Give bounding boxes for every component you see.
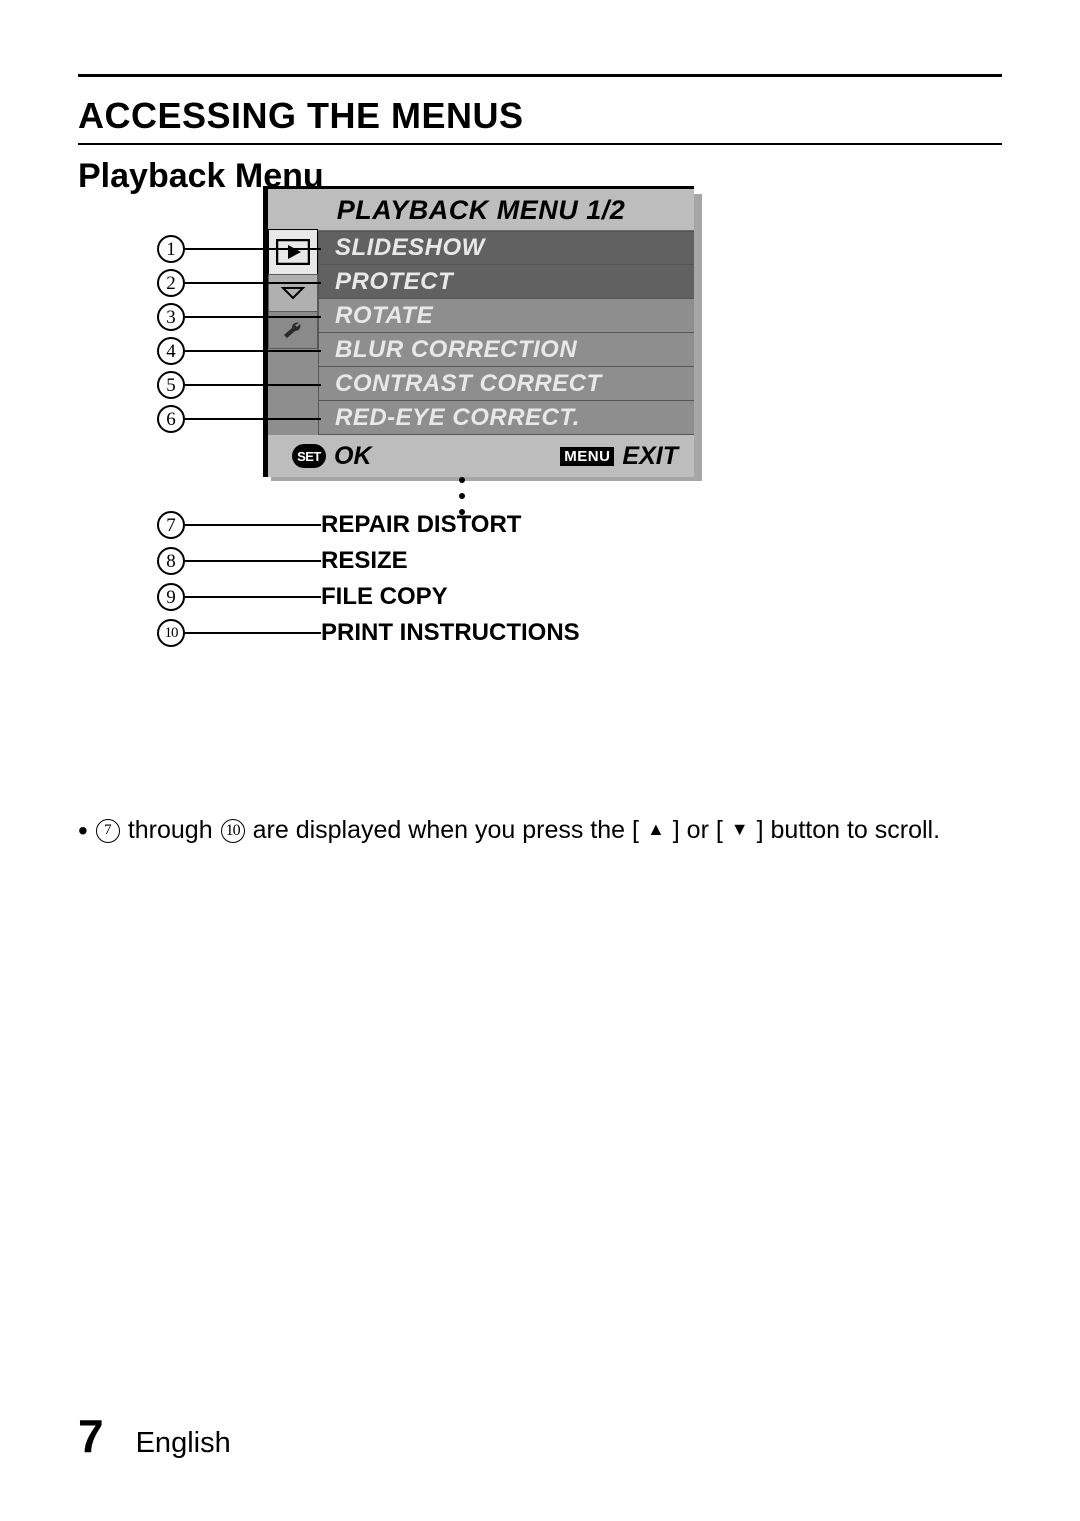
- down-triangle-icon: ▼: [731, 819, 749, 840]
- callout-9: 9: [157, 583, 185, 611]
- menu-item-label: ROTATE: [335, 302, 433, 330]
- up-triangle-icon: ▲: [647, 819, 665, 840]
- screen-bottom-bar: SET OK MENU EXIT: [268, 435, 694, 477]
- menu-item-label: BLUR CORRECTION: [335, 336, 577, 364]
- set-badge: SET: [292, 444, 326, 468]
- extra-item-list: 7 REPAIR DISTORT 8 RESIZE 9 FILE COPY 10…: [157, 507, 580, 651]
- callout-4: 4: [157, 337, 185, 365]
- callout-5: 5: [157, 371, 185, 399]
- ok-label: OK: [334, 442, 372, 471]
- language-label: English: [136, 1427, 231, 1460]
- page-number: 7: [78, 1409, 104, 1463]
- menu-item-label: CONTRAST CORRECT: [335, 370, 602, 398]
- scroll-note: • 7 through 10 are displayed when you pr…: [78, 816, 1002, 845]
- menu-item-label: PROTECT: [335, 268, 453, 296]
- exit-label: EXIT: [622, 442, 678, 471]
- page-footer: 7 English: [78, 1409, 231, 1463]
- callout-2: 2: [157, 269, 185, 297]
- page-heading: ACCESSING THE MENUS: [78, 95, 1002, 137]
- note-circled-7: 7: [96, 819, 120, 843]
- menu-item-label: SLIDESHOW: [335, 234, 485, 262]
- menu-item-blur: BLUR CORRECTION: [319, 333, 694, 367]
- note-circled-10: 10: [221, 819, 245, 843]
- menu-badge: MENU: [560, 447, 614, 466]
- callout-10: 10: [157, 619, 185, 647]
- menu-item-label: RED-EYE CORRECT.: [335, 404, 580, 432]
- callout-6: 6: [157, 405, 185, 433]
- extra-item-label: RESIZE: [321, 547, 408, 575]
- camera-screen: PLAYBACK MENU 1/2: [263, 186, 694, 477]
- menu-item-redeye: RED-EYE CORRECT.: [319, 401, 694, 435]
- menu-item-protect: PROTECT: [319, 265, 694, 299]
- screen-menu-list: SLIDESHOW PROTECT ROTATE BLUR CORRECTION…: [318, 231, 694, 435]
- extra-item-label: PRINT INSTRUCTIONS: [321, 619, 580, 647]
- screen-title: PLAYBACK MENU 1/2: [268, 189, 694, 231]
- extra-item-label: FILE COPY: [321, 583, 448, 611]
- callout-8: 8: [157, 547, 185, 575]
- callout-7: 7: [157, 511, 185, 539]
- callout-3: 3: [157, 303, 185, 331]
- callout-1: 1: [157, 235, 185, 263]
- menu-diagram: PLAYBACK MENU 1/2: [157, 186, 807, 746]
- menu-item-contrast: CONTRAST CORRECT: [319, 367, 694, 401]
- extra-item-label: REPAIR DISTORT: [321, 511, 521, 539]
- menu-item-rotate: ROTATE: [319, 299, 694, 333]
- menu-item-slideshow: SLIDESHOW: [319, 231, 694, 265]
